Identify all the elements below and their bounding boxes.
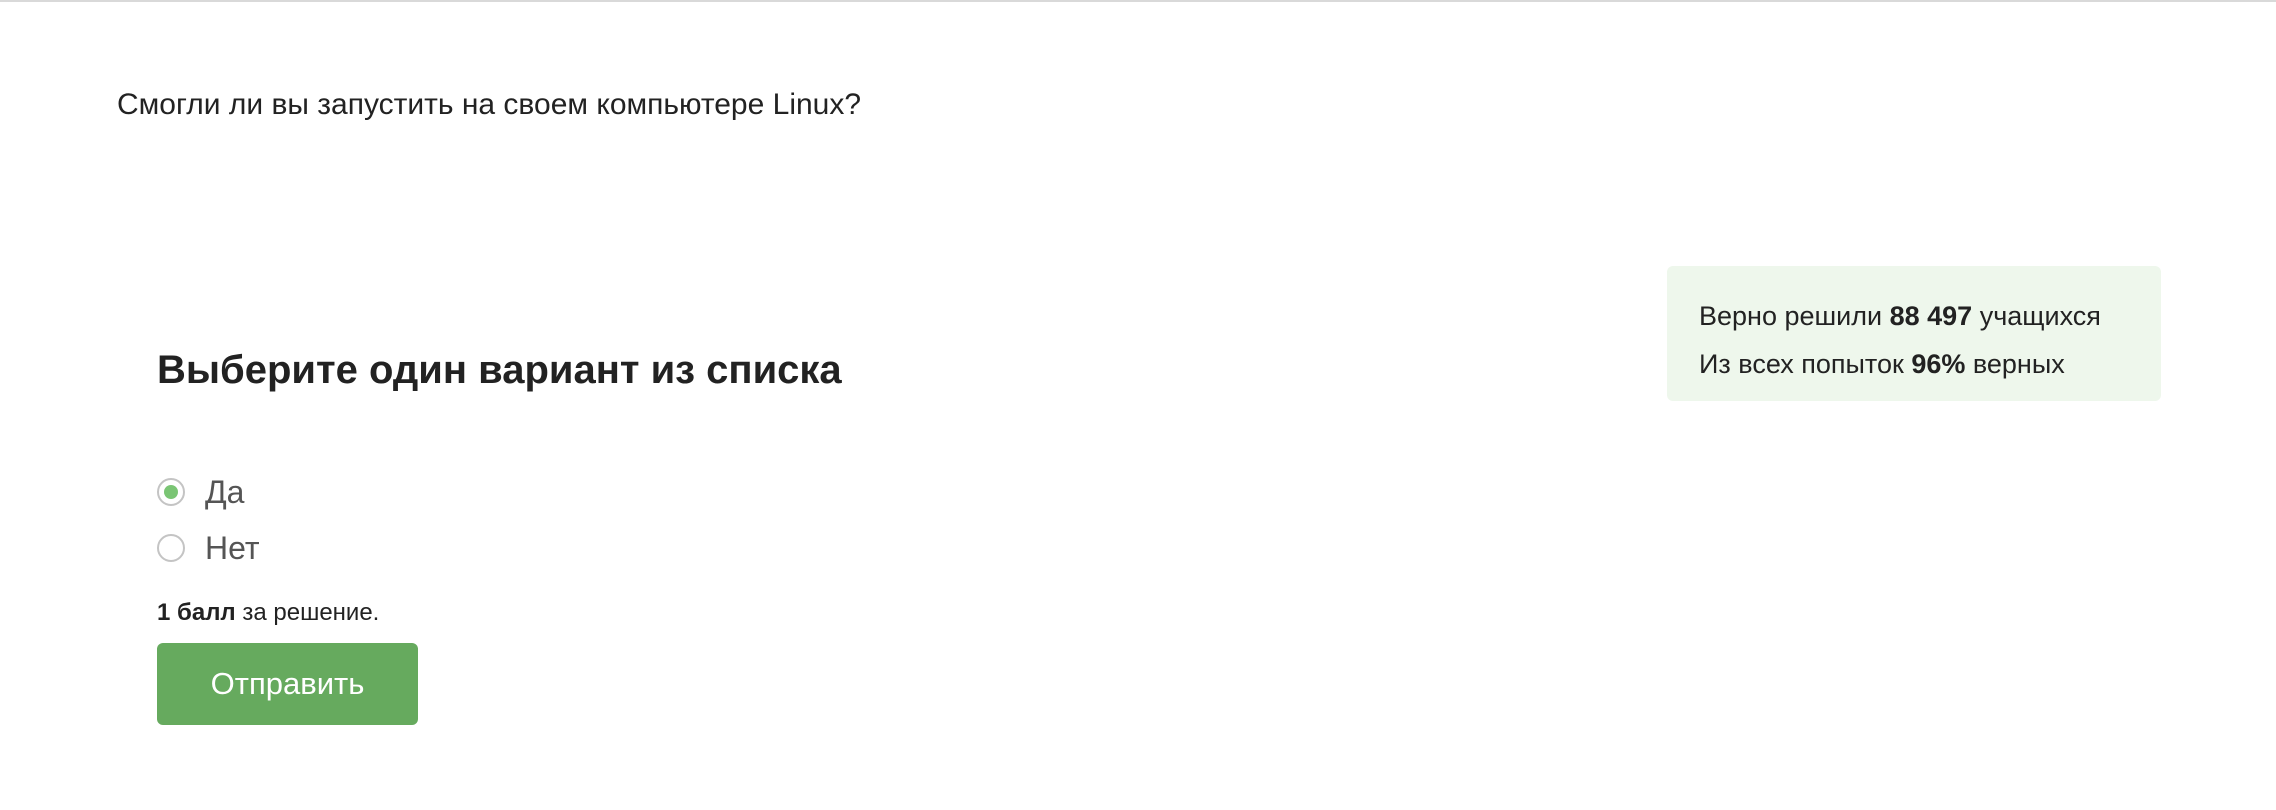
options-list: Да Нет (157, 464, 260, 576)
score-info: 1 балл за решение. (157, 599, 379, 627)
solved-count: 88 497 (1889, 301, 1973, 331)
option-no-label[interactable]: Нет (205, 530, 260, 567)
option-yes-label[interactable]: Да (205, 474, 244, 511)
radio-selected-dot (164, 485, 178, 499)
option-no[interactable]: Нет (157, 520, 260, 576)
solved-prefix: Верно решили (1699, 301, 1890, 331)
solved-stat: Верно решили 88 497 учащихся (1699, 292, 2129, 340)
stats-panel: Верно решили 88 497 учащихся Из всех поп… (1667, 266, 2161, 401)
quiz-heading: Выберите один вариант из списка (157, 348, 842, 392)
solved-suffix: учащихся (1972, 301, 2101, 331)
radio-no[interactable] (157, 534, 185, 562)
quiz-page: Смогли ли вы запустить на своем компьюте… (0, 0, 2276, 810)
radio-yes[interactable] (157, 478, 185, 506)
submit-button[interactable]: Отправить (157, 643, 418, 725)
question-text: Смогли ли вы запустить на своем компьюте… (117, 88, 862, 121)
attempts-percent: 96% (1911, 349, 1966, 379)
attempts-prefix: Из всех попыток (1699, 349, 1912, 379)
option-yes[interactable]: Да (157, 464, 260, 520)
attempts-suffix: верных (1965, 349, 2065, 379)
attempts-stat: Из всех попыток 96% верных (1699, 340, 2129, 388)
score-suffix: за решение. (235, 599, 380, 626)
score-points: 1 балл (157, 599, 236, 626)
